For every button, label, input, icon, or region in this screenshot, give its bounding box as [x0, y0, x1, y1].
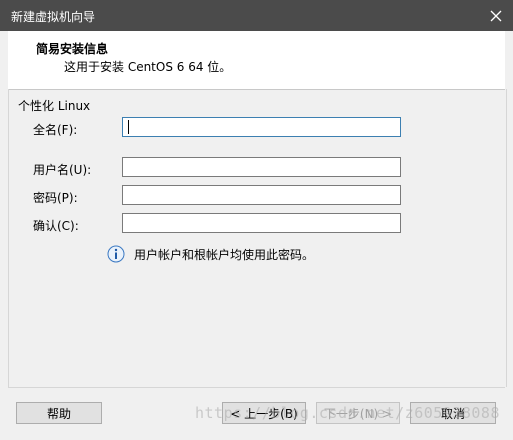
page-title: 简易安装信息: [36, 42, 109, 56]
footer-divider: [8, 387, 505, 388]
window-title: 新建虚拟机向导: [11, 10, 96, 24]
info-message: 用户帐户和根帐户均使用此密码。: [134, 248, 315, 262]
page-subtitle: 这用于安装 CentOS 6 64 位。: [64, 60, 232, 74]
back-button[interactable]: < 上一步(B): [222, 402, 306, 424]
close-icon: [490, 10, 502, 21]
full-name-field[interactable]: [122, 117, 401, 137]
confirm-password-field[interactable]: [122, 213, 401, 233]
full-name-label: 全名(F):: [33, 123, 78, 137]
cancel-button[interactable]: 取消: [410, 402, 496, 424]
username-label: 用户名(U):: [33, 163, 92, 177]
password-field[interactable]: [122, 185, 401, 205]
info-icon: [107, 245, 125, 263]
username-field[interactable]: [122, 157, 401, 177]
wizard-header: 简易安装信息 这用于安装 CentOS 6 64 位。: [8, 31, 505, 90]
title-bar: 新建虚拟机向导: [0, 0, 513, 31]
next-button[interactable]: 下一步(N) >: [316, 402, 400, 424]
text-caret: [128, 120, 129, 134]
help-button[interactable]: 帮助: [16, 402, 102, 424]
password-label: 密码(P):: [33, 191, 78, 205]
close-button[interactable]: [479, 0, 513, 31]
confirm-label: 确认(C):: [33, 219, 79, 233]
group-label: 个性化 Linux: [18, 99, 91, 113]
